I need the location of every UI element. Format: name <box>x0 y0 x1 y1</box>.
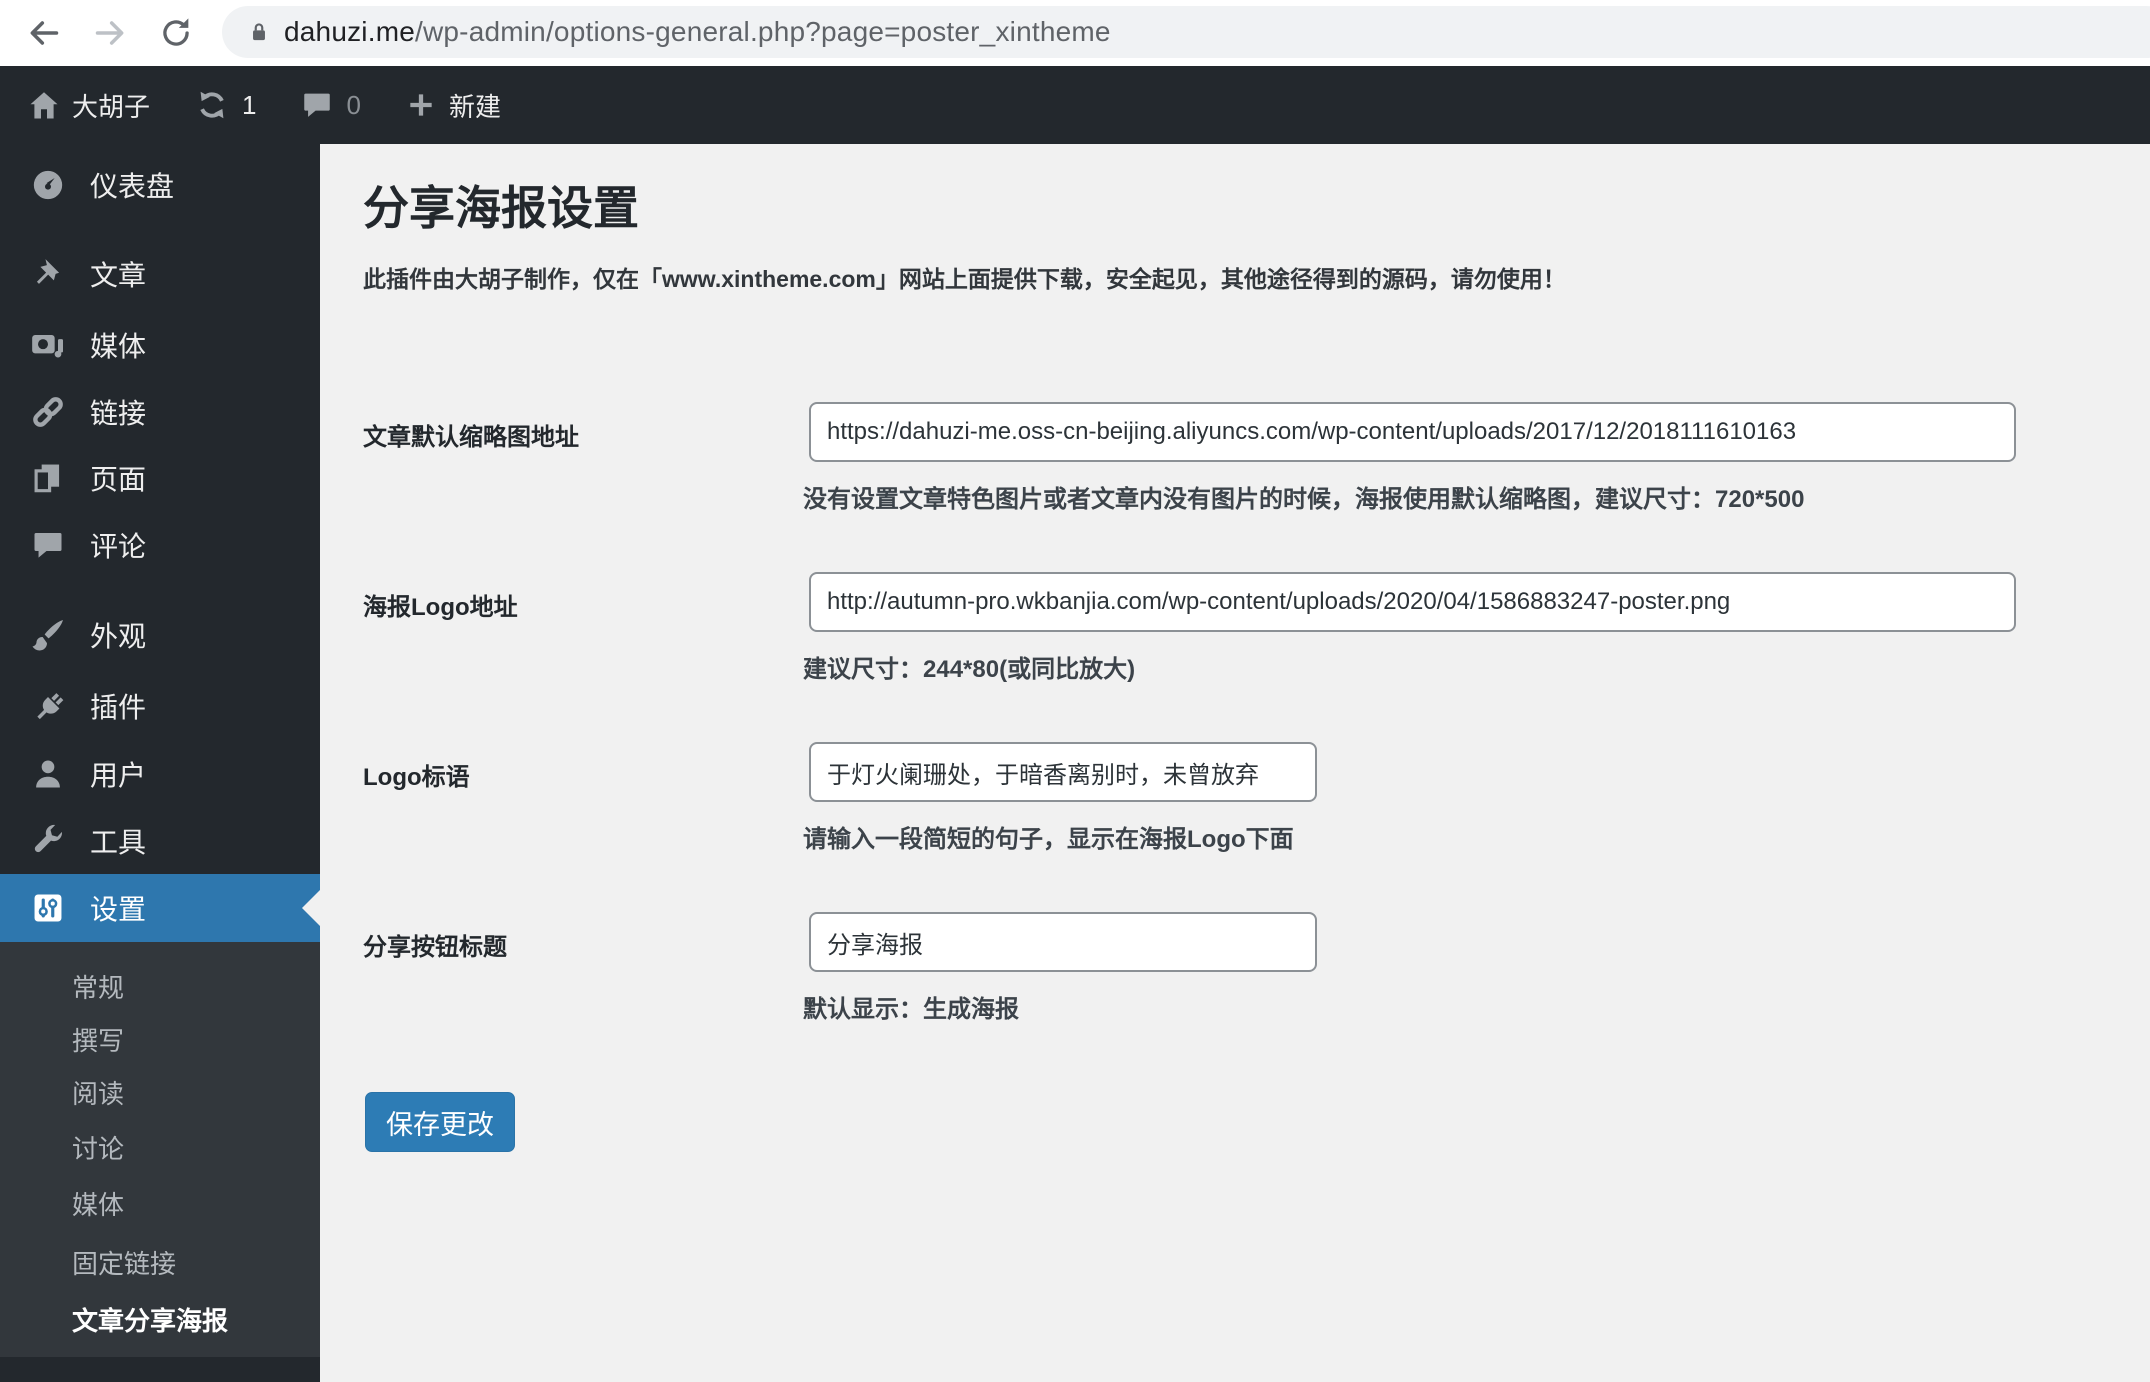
share-button-title-input[interactable] <box>809 912 1317 972</box>
forward-arrow-icon <box>95 21 124 45</box>
field-label-share-button-title: 分享按钮标题 <box>363 934 507 961</box>
field-help-poster-logo: 建议尺寸：244*80(或同比放大) <box>803 656 1136 683</box>
submenu-item-writing[interactable]: 撰写 <box>0 1014 320 1068</box>
sidebar-label: 仪表盘 <box>90 171 175 202</box>
media-icon <box>28 325 68 365</box>
submenu-item-discussion[interactable]: 讨论 <box>0 1122 320 1176</box>
submenu-item-permalinks[interactable]: 固定链接 <box>0 1237 320 1291</box>
poster-logo-url-input[interactable] <box>809 572 2016 632</box>
sidebar-item-pages[interactable]: 页面 <box>0 444 320 512</box>
comments-icon <box>304 93 331 117</box>
submenu-item-media[interactable]: 媒体 <box>0 1178 320 1232</box>
site-name-label: 大胡子 <box>72 91 151 122</box>
field-help-logo-slogan: 请输入一段简短的句子，显示在海报Logo下面 <box>803 826 1294 853</box>
page-title: 分享海报设置 <box>363 182 639 234</box>
sidebar-item-plugins[interactable]: 插件 <box>0 672 320 740</box>
user-icon <box>28 754 68 794</box>
sidebar-label: 设置 <box>90 894 147 925</box>
plugin-notice: 此插件由大胡子制作，仅在「www.xintheme.com」网站上面提供下载，安… <box>363 266 1566 292</box>
sidebar-label: 外观 <box>90 621 147 652</box>
current-menu-arrow <box>302 890 320 926</box>
browser-forward-button[interactable] <box>84 7 136 59</box>
pages-icon <box>28 458 68 498</box>
address-bar[interactable]: dahuzi.me/wp-admin/options-general.php?p… <box>222 6 2150 58</box>
wrench-icon <box>28 821 68 861</box>
browser-chrome: dahuzi.me/wp-admin/options-general.php?p… <box>0 0 2150 66</box>
sidebar-item-settings[interactable]: 设置 <box>0 874 320 942</box>
new-label: 新建 <box>448 91 501 122</box>
sidebar-item-links[interactable]: 链接 <box>0 378 320 446</box>
url-domain: dahuzi.me <box>284 16 415 47</box>
save-changes-button[interactable]: 保存更改 <box>365 1092 515 1152</box>
back-arrow-icon <box>30 21 59 45</box>
sidebar-item-appearance[interactable]: 外观 <box>0 601 320 669</box>
field-help-default-thumbnail: 没有设置文章特色图片或者文章内没有图片的时候，海报使用默认缩略图，建议尺寸：72… <box>803 486 1805 513</box>
submenu-item-general[interactable]: 常规 <box>0 961 320 1015</box>
sidebar-item-tools[interactable]: 工具 <box>0 807 320 875</box>
default-thumbnail-url-input[interactable] <box>809 402 2016 462</box>
home-icon <box>30 92 58 119</box>
link-icon <box>28 392 68 432</box>
sidebar-item-users[interactable]: 用户 <box>0 740 320 808</box>
field-label-logo-slogan: Logo标语 <box>363 764 470 791</box>
admin-bar-new[interactable]: 新建 <box>405 87 501 124</box>
wp-admin-bar: 大胡子 1 0 新建 <box>0 66 2150 144</box>
wp-sidebar: 仪表盘 文章 媒体 链接 页面 评论 外观 插件 用户 工具 设置 常规 撰写 … <box>0 144 320 1382</box>
field-label-poster-logo-url: 海报Logo地址 <box>363 594 518 621</box>
submenu-item-reading[interactable]: 阅读 <box>0 1067 320 1121</box>
lock-icon <box>246 19 272 45</box>
admin-bar-updates[interactable]: 1 <box>194 87 256 123</box>
brush-icon <box>28 615 68 655</box>
updates-icon <box>200 91 224 119</box>
sidebar-item-media[interactable]: 媒体 <box>0 311 320 379</box>
admin-bar-home-icon[interactable] <box>26 87 62 123</box>
sidebar-label: 文章 <box>90 260 147 291</box>
browser-reload-button[interactable] <box>150 7 202 59</box>
sidebar-label: 工具 <box>90 827 147 858</box>
admin-bar-comments[interactable]: 0 <box>300 88 361 122</box>
dashboard-icon <box>28 165 68 205</box>
url-text: dahuzi.me/wp-admin/options-general.php?p… <box>284 16 1111 48</box>
sidebar-label: 评论 <box>90 531 147 562</box>
sidebar-label: 媒体 <box>90 331 147 362</box>
sidebar-label: 链接 <box>90 398 147 429</box>
submenu-item-share-poster[interactable]: 文章分享海报 <box>0 1294 320 1348</box>
settings-icon <box>28 888 68 928</box>
sidebar-item-posts[interactable]: 文章 <box>0 240 320 308</box>
plug-icon <box>28 686 68 726</box>
pushpin-icon <box>28 254 68 294</box>
admin-bar-site-name[interactable]: 大胡子 <box>72 87 150 124</box>
field-label-default-thumbnail-url: 文章默认缩略图地址 <box>363 424 579 451</box>
browser-back-button[interactable] <box>18 7 70 59</box>
url-path: /wp-admin/options-general.php?page=poste… <box>415 16 1111 47</box>
sidebar-item-dashboard[interactable]: 仪表盘 <box>0 151 320 219</box>
sidebar-item-comments[interactable]: 评论 <box>0 511 320 579</box>
screen: dahuzi.me/wp-admin/options-general.php?p… <box>0 0 2150 1382</box>
plus-icon <box>410 94 432 116</box>
sidebar-label: 页面 <box>90 464 147 495</box>
main-content: 分享海报设置 此插件由大胡子制作，仅在「www.xintheme.com」网站上… <box>320 144 2150 1382</box>
update-count: 1 <box>242 89 257 120</box>
sidebar-label: 插件 <box>90 692 147 723</box>
sidebar-label: 用户 <box>90 760 147 791</box>
logo-slogan-input[interactable] <box>809 742 1317 802</box>
comment-count: 0 <box>346 89 361 120</box>
reload-icon <box>163 18 189 46</box>
comment-icon <box>28 525 68 565</box>
field-help-share-button: 默认显示：生成海报 <box>803 996 1019 1023</box>
